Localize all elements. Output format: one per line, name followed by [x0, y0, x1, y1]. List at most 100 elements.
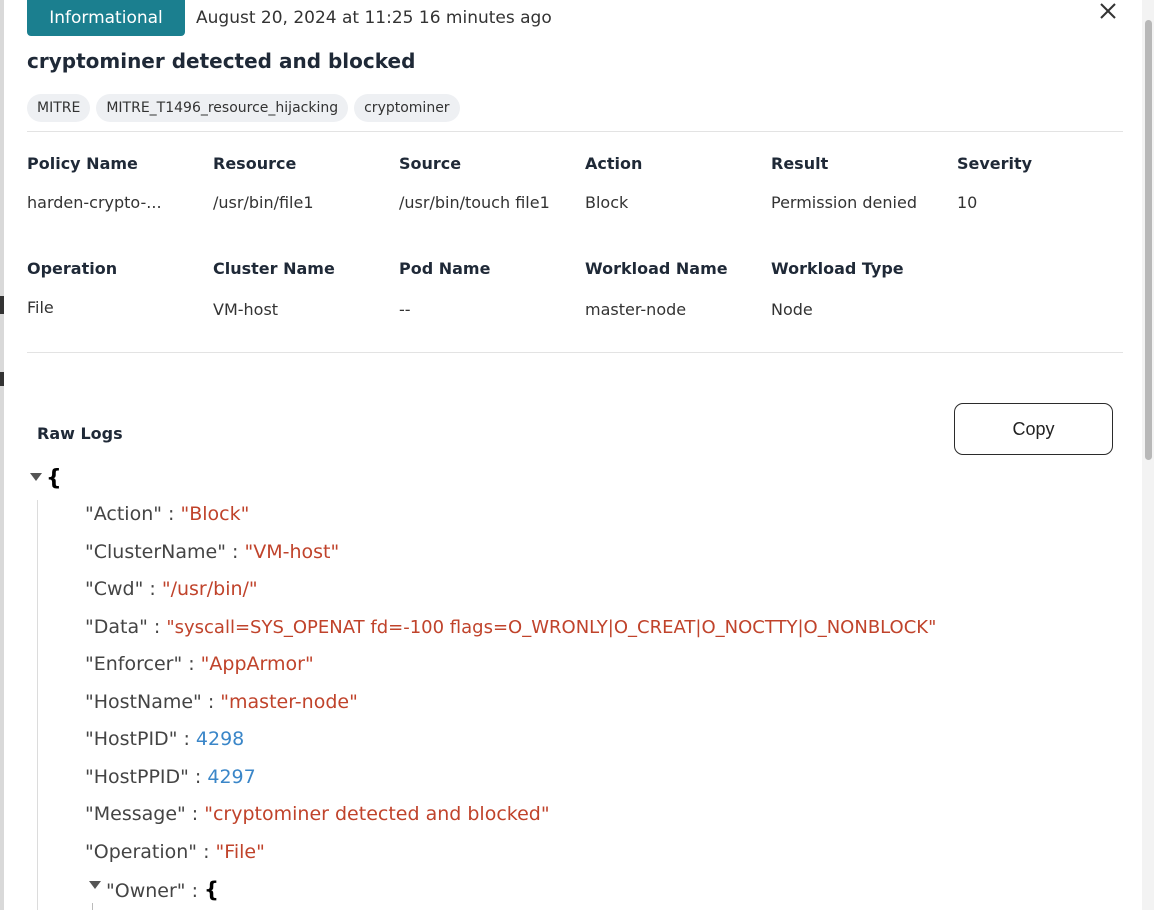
field-label: Workload Type: [771, 259, 904, 278]
json-tree-guide: [37, 500, 38, 910]
json-separator: :: [161, 503, 181, 525]
json-key: "HostPID": [85, 728, 178, 750]
json-entry: "Message" : "cryptominer detected and bl…: [85, 803, 550, 825]
field-value: Permission denied: [771, 193, 917, 212]
json-value: "/usr/bin/": [161, 578, 258, 600]
field-resource: Resource /usr/bin/file1: [213, 154, 393, 212]
field-value: harden-crypto-...: [27, 193, 162, 212]
field-label: Pod Name: [399, 259, 491, 278]
tag-mitre-technique: MITRE_T1496_resource_hijacking: [96, 94, 349, 122]
tag-list: MITRE MITRE_T1496_resource_hijacking cry…: [27, 94, 460, 122]
field-value: /usr/bin/touch file1: [399, 193, 550, 212]
json-tree-guide: [92, 903, 93, 910]
json-separator: :: [197, 841, 216, 863]
field-value: 10: [957, 193, 978, 212]
json-key: "Enforcer": [85, 653, 183, 675]
divider: [27, 131, 1123, 132]
json-entry: "HostPID" : 4298: [85, 728, 244, 750]
background-edge-mark: [0, 372, 4, 386]
close-button[interactable]: [1095, 0, 1121, 24]
json-separator: :: [185, 803, 205, 825]
json-key: "Operation": [85, 841, 198, 863]
field-value: /usr/bin/file1: [213, 193, 314, 212]
raw-logs-title: Raw Logs: [37, 424, 123, 443]
json-entry: "Cwd" : "/usr/bin/": [85, 578, 258, 600]
json-key: "Action": [85, 503, 162, 525]
divider: [27, 352, 1123, 353]
json-entry: "Action" : "Block": [85, 503, 249, 525]
json-entry-owner: "Owner" : {: [106, 878, 219, 902]
json-value: "Block": [180, 503, 250, 525]
field-source: Source /usr/bin/touch file1: [399, 154, 579, 212]
field-label: Policy Name: [27, 154, 138, 173]
field-severity: Severity 10: [957, 154, 1137, 212]
field-label: Severity: [957, 154, 1033, 173]
json-value: "File": [215, 841, 265, 863]
json-entry: "Data" : "syscall=SYS_OPENAT fd=-100 fla…: [85, 616, 936, 638]
copy-button[interactable]: Copy: [954, 403, 1113, 455]
collapse-owner-icon[interactable]: [89, 881, 101, 889]
json-separator: :: [185, 880, 205, 902]
field-pod-name: Pod Name --: [399, 259, 579, 319]
json-separator: :: [143, 578, 162, 600]
json-value: "syscall=SYS_OPENAT fd=-100 flags=O_WRON…: [166, 617, 937, 638]
field-label: Source: [399, 154, 462, 173]
json-separator: :: [188, 766, 208, 788]
json-key: "HostPPID": [85, 766, 189, 788]
json-value: "AppArmor": [200, 653, 314, 675]
field-policy-name: Policy Name harden-crypto-...: [27, 154, 192, 212]
field-value: master-node: [585, 300, 687, 319]
json-key: "Cwd": [85, 578, 144, 600]
field-label: Workload Name: [585, 259, 728, 278]
field-action: Action Block: [585, 154, 765, 212]
json-separator: :: [147, 616, 167, 638]
field-label: Action: [585, 154, 643, 173]
json-key: "ClusterName": [85, 541, 226, 563]
field-result: Result Permission denied: [771, 154, 951, 212]
scrollbar-thumb[interactable]: [1145, 20, 1152, 460]
field-value: Block: [585, 193, 629, 212]
json-key: "Message": [85, 803, 186, 825]
json-separator: :: [182, 653, 201, 675]
field-label: Resource: [213, 154, 297, 173]
field-label: Operation: [27, 259, 118, 278]
json-entry: "Operation" : "File": [85, 841, 265, 863]
json-value: 4298: [195, 728, 245, 750]
json-value: "cryptominer detected and blocked": [204, 803, 550, 825]
json-open-brace: {: [46, 466, 62, 491]
field-workload-name: Workload Name master-node: [585, 259, 765, 319]
background-edge: [0, 0, 4, 910]
severity-badge: Informational: [27, 0, 185, 36]
json-entry: "HostPPID" : 4297: [85, 766, 256, 788]
json-entry: "HostName" : "master-node": [85, 691, 358, 713]
scrollbar[interactable]: [1142, 0, 1154, 910]
field-value: Node: [771, 300, 813, 319]
json-entry: "ClusterName" : "VM-host": [85, 541, 339, 563]
tag-cryptominer: cryptominer: [354, 94, 460, 122]
json-value: "VM-host": [244, 541, 340, 563]
json-key: "HostName": [85, 691, 202, 713]
collapse-root-icon[interactable]: [30, 473, 42, 481]
json-key: "Owner": [106, 880, 186, 902]
json-open-brace: {: [204, 878, 219, 902]
json-key: "Data": [85, 616, 148, 638]
field-value: --: [399, 300, 411, 319]
json-separator: :: [201, 691, 221, 713]
json-separator: :: [225, 541, 245, 563]
field-value: VM-host: [213, 300, 279, 319]
field-value: File: [27, 298, 54, 317]
alert-title: cryptominer detected and blocked: [27, 49, 416, 73]
json-entry: "Enforcer" : "AppArmor": [85, 653, 314, 675]
json-value: "master-node": [220, 691, 358, 713]
field-label: Cluster Name: [213, 259, 335, 278]
field-label: Result: [771, 154, 829, 173]
json-value: 4297: [207, 766, 256, 788]
field-cluster-name: Cluster Name VM-host: [213, 259, 393, 319]
event-timestamp: August 20, 2024 at 11:25 16 minutes ago: [196, 8, 552, 28]
field-operation: Operation File: [27, 259, 207, 317]
tag-mitre: MITRE: [27, 94, 91, 122]
close-icon: [1100, 3, 1116, 19]
background-edge-mark: [0, 296, 4, 314]
json-separator: :: [177, 728, 196, 750]
field-workload-type: Workload Type Node: [771, 259, 951, 319]
